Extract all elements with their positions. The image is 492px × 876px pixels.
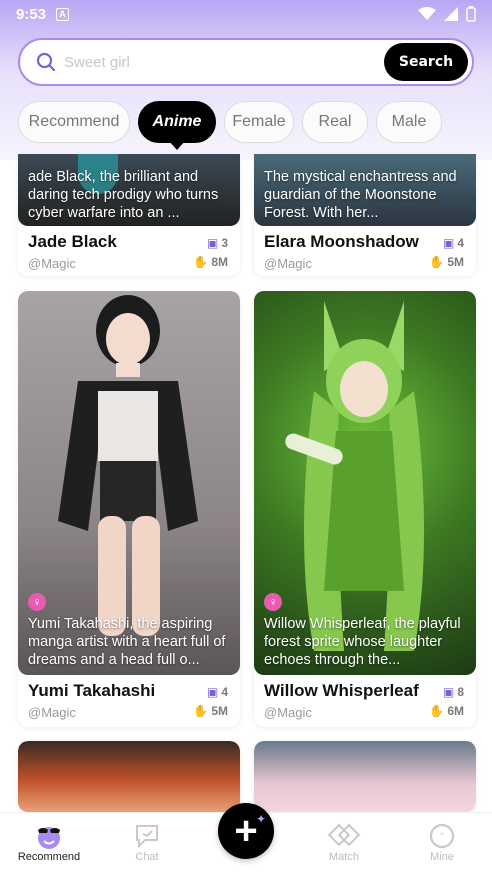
image-count-value: 8 — [457, 685, 464, 699]
hand-icon: ✋ — [429, 255, 445, 269]
image-count-value: 4 — [457, 236, 464, 250]
character-handle: @Magic — [28, 705, 76, 720]
character-description: The mystical enchantress and guardian of… — [264, 169, 457, 221]
search-input[interactable] — [64, 53, 384, 71]
image-count-value: 3 — [221, 236, 228, 250]
like-count: ✋ 6M — [429, 704, 464, 718]
character-handle: @Magic — [264, 256, 312, 271]
wifi-icon — [418, 7, 436, 20]
image-icon: ▣ — [442, 236, 455, 250]
character-image: The mystical enchantress and guardian of… — [254, 154, 476, 226]
hand-icon: ✋ — [193, 704, 209, 718]
like-count-value: 5M — [447, 255, 464, 269]
character-image: ade Black, the brilliant and daring tech… — [18, 154, 240, 226]
sparkle-icon: ✦ — [256, 812, 267, 826]
image-count: ▣ 4 — [443, 236, 464, 250]
nav-recommend-label: Recommend — [17, 851, 81, 863]
character-image: ♀ Willow Whisperleaf, the playful forest… — [254, 291, 476, 675]
character-image — [254, 741, 476, 812]
like-count: ✋ 5M — [193, 704, 228, 718]
image-icon: ▣ — [442, 685, 455, 699]
character-card[interactable] — [18, 741, 240, 812]
status-icons — [418, 6, 476, 22]
status-bar: 9:53 A — [0, 0, 492, 28]
character-image: ♀ Yumi Takahashi, the aspiring manga art… — [18, 291, 240, 675]
hand-icon: ✋ — [193, 255, 209, 269]
tab-recommend[interactable]: Recommend — [18, 101, 130, 143]
nav-chat-label: Chat — [135, 851, 159, 863]
female-icon: ♀ — [28, 593, 46, 611]
character-image — [18, 741, 240, 812]
character-description: ade Black, the brilliant and daring tech… — [28, 169, 219, 221]
category-tabs: Recommend Anime Female Real Male — [18, 100, 442, 150]
hand-icon: ✋ — [429, 704, 445, 718]
tab-real[interactable]: Real — [302, 101, 368, 143]
nav-match-label: Match — [329, 851, 359, 863]
nav-mine-label: Mine — [430, 851, 454, 863]
search-button[interactable]: Search — [384, 43, 468, 81]
image-count: ▣ 3 — [207, 236, 228, 250]
female-icon: ♀ — [264, 593, 282, 611]
nav-chat[interactable]: Chat — [112, 821, 182, 863]
notification-icon: A — [56, 7, 70, 21]
image-icon: ▣ — [206, 685, 219, 699]
match-icon — [309, 821, 379, 851]
signal-icon — [444, 7, 458, 21]
tab-male[interactable]: Male — [376, 101, 442, 143]
search-icon — [36, 52, 56, 72]
image-count-value: 4 — [221, 685, 228, 699]
like-count: ✋ 5M — [429, 255, 464, 269]
battery-icon — [466, 6, 476, 22]
character-card[interactable]: ade Black, the brilliant and daring tech… — [18, 154, 240, 276]
character-card[interactable]: The mystical enchantress and guardian of… — [254, 154, 476, 276]
like-count-value: 8M — [211, 255, 228, 269]
tab-female[interactable]: Female — [224, 101, 294, 143]
nav-recommend[interactable]: Recommend — [14, 821, 84, 863]
tab-anime[interactable]: Anime — [138, 101, 216, 150]
character-handle: @Magic — [264, 705, 312, 720]
character-card[interactable]: ♀ Yumi Takahashi, the aspiring manga art… — [18, 291, 240, 727]
character-name: Elara Moonshadow — [264, 232, 419, 251]
character-name: Jade Black — [28, 232, 117, 251]
character-card[interactable]: ♀ Willow Whisperleaf, the playful forest… — [254, 291, 476, 727]
character-name: Willow Whisperleaf — [264, 681, 419, 700]
like-count-value: 6M — [447, 704, 464, 718]
recommend-icon — [14, 821, 84, 851]
character-card[interactable] — [254, 741, 476, 812]
character-name: Yumi Takahashi — [28, 681, 156, 700]
image-count: ▣ 4 — [207, 685, 228, 699]
search-bar: Search — [18, 38, 474, 86]
image-count: ▣ 8 — [443, 685, 464, 699]
like-count-value: 5M — [211, 704, 228, 718]
image-icon: ▣ — [206, 236, 219, 250]
character-description: Willow Whisperleaf, the playful forest s… — [264, 616, 461, 668]
nav-mine[interactable]: " Mine — [407, 821, 477, 863]
character-description: Yumi Takahashi, the aspiring manga artis… — [28, 616, 226, 668]
status-time: 9:53 — [16, 5, 47, 23]
svg-text:": " — [440, 832, 444, 842]
like-count: ✋ 8M — [193, 255, 228, 269]
mine-icon: " — [407, 821, 477, 851]
chat-icon — [112, 821, 182, 851]
nav-match[interactable]: Match — [309, 821, 379, 863]
character-handle: @Magic — [28, 256, 76, 271]
